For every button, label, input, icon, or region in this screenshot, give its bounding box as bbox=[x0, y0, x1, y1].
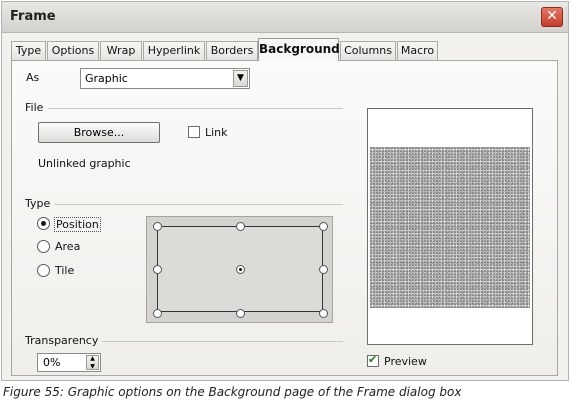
close-icon: ✕ bbox=[546, 8, 558, 24]
file-section-label: File bbox=[25, 101, 44, 114]
position-top-center[interactable] bbox=[236, 222, 245, 231]
position-center[interactable] bbox=[236, 265, 245, 274]
type-section-label: Type bbox=[25, 197, 51, 210]
tab-type[interactable]: Type bbox=[11, 41, 46, 60]
radio-position-label: Position bbox=[54, 217, 101, 232]
close-button[interactable]: ✕ bbox=[541, 7, 563, 27]
spin-down-icon[interactable]: ▼ bbox=[87, 364, 98, 370]
checkmark-icon: ✔ bbox=[368, 353, 378, 366]
radio-tile[interactable] bbox=[37, 264, 50, 277]
tab-background[interactable]: Background bbox=[258, 38, 340, 61]
preview-box bbox=[367, 108, 533, 345]
radio-position[interactable] bbox=[37, 217, 50, 230]
transparency-separator bbox=[102, 341, 343, 342]
position-middle-left[interactable] bbox=[153, 265, 162, 274]
as-select[interactable]: Graphic ▼ bbox=[80, 68, 250, 89]
position-middle-right[interactable] bbox=[319, 265, 328, 274]
tab-borders[interactable]: Borders bbox=[206, 41, 258, 60]
tab-options[interactable]: Options bbox=[47, 41, 99, 60]
transparency-value: 0% bbox=[43, 356, 61, 369]
browse-button-label: Browse... bbox=[73, 126, 125, 139]
radio-area[interactable] bbox=[37, 240, 50, 253]
position-top-left[interactable] bbox=[153, 222, 162, 231]
as-label: As bbox=[26, 71, 40, 84]
type-separator bbox=[54, 204, 343, 205]
tab-columns[interactable]: Columns bbox=[340, 41, 396, 60]
preview-label: Preview bbox=[384, 355, 427, 368]
spin-up-icon[interactable]: ▲ bbox=[87, 356, 98, 362]
position-top-right[interactable] bbox=[319, 222, 328, 231]
file-separator bbox=[48, 108, 343, 109]
preview-checkbox[interactable]: ✔ bbox=[367, 353, 379, 367]
transparency-label: Transparency bbox=[25, 334, 99, 347]
position-bottom-center[interactable] bbox=[236, 309, 245, 318]
position-selected-dot bbox=[239, 268, 242, 271]
dialog-title: Frame bbox=[10, 9, 56, 24]
tab-wrap[interactable]: Wrap bbox=[100, 41, 142, 60]
figure-caption: Figure 55: Graphic options on the Backgr… bbox=[3, 385, 462, 399]
radio-tile-label: Tile bbox=[55, 264, 75, 277]
as-select-value: Graphic bbox=[85, 72, 128, 85]
position-bottom-right[interactable] bbox=[319, 309, 328, 318]
position-bottom-left[interactable] bbox=[153, 309, 162, 318]
browse-button[interactable]: Browse... bbox=[38, 122, 160, 143]
link-checkbox[interactable] bbox=[188, 126, 200, 138]
radio-area-label: Area bbox=[55, 240, 81, 253]
tab-hyperlink[interactable]: Hyperlink bbox=[143, 41, 205, 60]
transparency-spinner[interactable]: 0% ▲ ▼ bbox=[37, 353, 101, 372]
radio-selected-dot bbox=[41, 221, 46, 226]
transparency-spin-buttons[interactable]: ▲ ▼ bbox=[86, 355, 99, 370]
background-graphic-preview bbox=[370, 147, 530, 308]
link-label: Link bbox=[205, 126, 228, 139]
graphic-status-text: Unlinked graphic bbox=[38, 157, 131, 170]
chevron-down-icon: ▼ bbox=[237, 73, 244, 83]
position-grid bbox=[146, 216, 333, 323]
as-dropdown-button[interactable]: ▼ bbox=[233, 70, 248, 87]
title-bar: Frame ✕ bbox=[2, 2, 568, 33]
tab-macro[interactable]: Macro bbox=[397, 41, 438, 60]
